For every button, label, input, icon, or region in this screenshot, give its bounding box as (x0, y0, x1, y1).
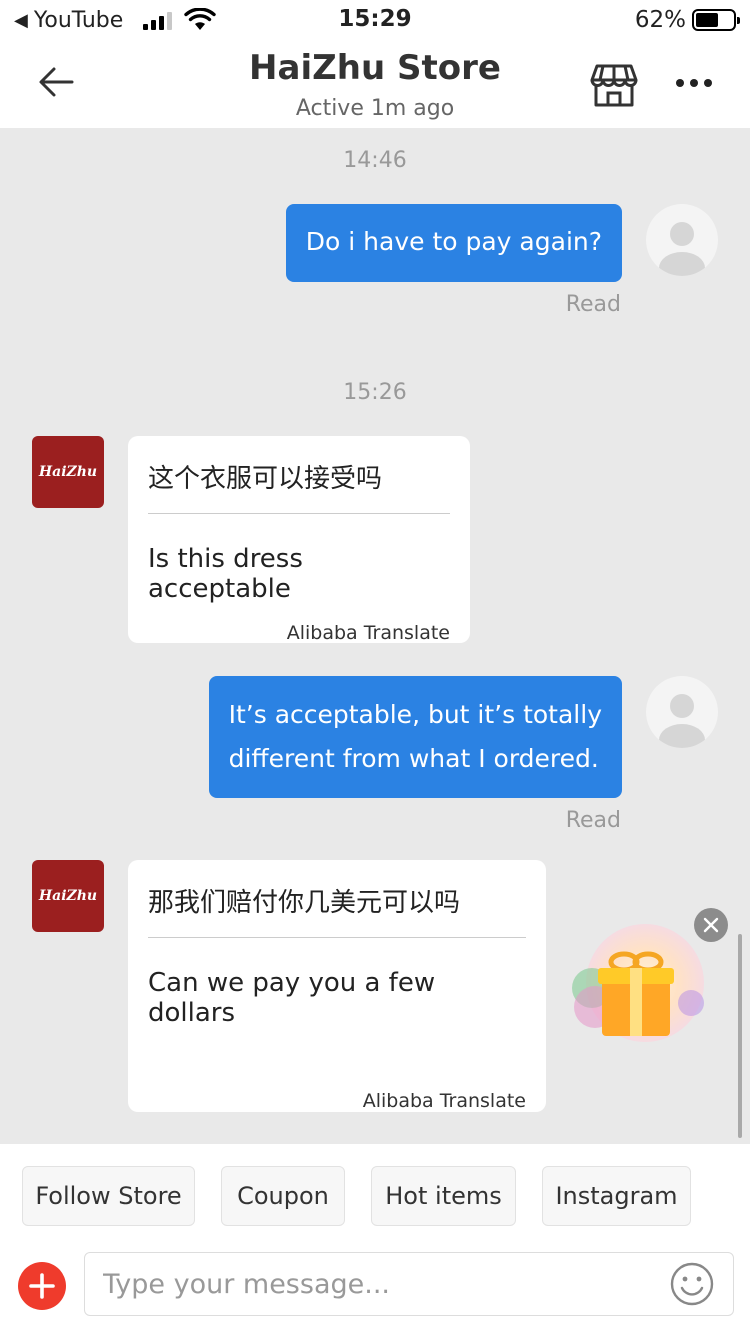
follow-store-button[interactable]: Follow Store (22, 1166, 195, 1226)
store-logo-text: HaiZhu (38, 464, 98, 480)
store-avatar[interactable]: HaiZhu (32, 860, 104, 932)
message-input[interactable] (84, 1252, 734, 1316)
gift-icon[interactable] (594, 948, 678, 1040)
timestamp: 15:26 (343, 380, 407, 405)
battery-icon (692, 9, 740, 31)
gift-popup[interactable] (566, 920, 716, 1050)
store-avatar[interactable]: HaiZhu (32, 436, 104, 508)
more-icon[interactable] (676, 76, 712, 90)
store-logo-text: HaiZhu (38, 888, 98, 904)
smiley-icon[interactable] (670, 1262, 714, 1306)
battery-percent: 62% (634, 7, 686, 33)
store-icon[interactable] (589, 62, 639, 108)
coupon-button[interactable]: Coupon (221, 1166, 345, 1226)
hot-items-button[interactable]: Hot items (371, 1166, 516, 1226)
read-receipt: Read (565, 808, 621, 833)
status-bar: ◀ YouTube 15:29 62% (0, 0, 750, 40)
user-avatar[interactable] (646, 204, 718, 276)
instagram-button[interactable]: Instagram (542, 1166, 691, 1226)
original-text: 那我们赔付你几美元可以吗 (148, 888, 461, 918)
chat-header: HaiZhu Store Active 1m ago (0, 40, 750, 128)
message-text-line: It’s acceptable, but it’s totally (228, 700, 602, 729)
outgoing-message[interactable]: Do i have to pay again? (285, 204, 622, 282)
incoming-message[interactable]: 那我们赔付你几美元可以吗 Can we pay you a few dollar… (128, 860, 546, 1112)
timestamp: 14:46 (343, 148, 407, 173)
message-text-line: different from what I ordered. (228, 744, 599, 773)
plus-icon[interactable] (18, 1262, 66, 1310)
divider (148, 513, 450, 514)
message-text: Do i have to pay again? (305, 227, 602, 256)
user-avatar[interactable] (646, 676, 718, 748)
translation-source: Alibaba Translate (286, 622, 450, 644)
incoming-message[interactable]: 这个衣服可以接受吗 Is this dress acceptable Aliba… (128, 436, 470, 644)
message-list[interactable]: 14:46 Do i have to pay again? Read 15:26… (0, 128, 750, 1144)
original-text: 这个衣服可以接受吗 (148, 464, 383, 494)
translation-source: Alibaba Translate (362, 1090, 526, 1112)
close-icon[interactable] (694, 908, 728, 942)
composer-area: Follow Store Coupon Hot items Instagram (0, 1144, 750, 1334)
divider (148, 937, 526, 938)
battery-fill (696, 13, 719, 27)
battery-indicator: 62% (634, 7, 740, 33)
scrollbar[interactable] (738, 934, 742, 1138)
translated-text: Can we pay you a few dollars (148, 968, 436, 1028)
translated-text: Is this dress acceptable (148, 544, 303, 604)
read-receipt: Read (565, 292, 621, 317)
outgoing-message[interactable]: It’s acceptable, but it’s totally differ… (208, 676, 622, 798)
